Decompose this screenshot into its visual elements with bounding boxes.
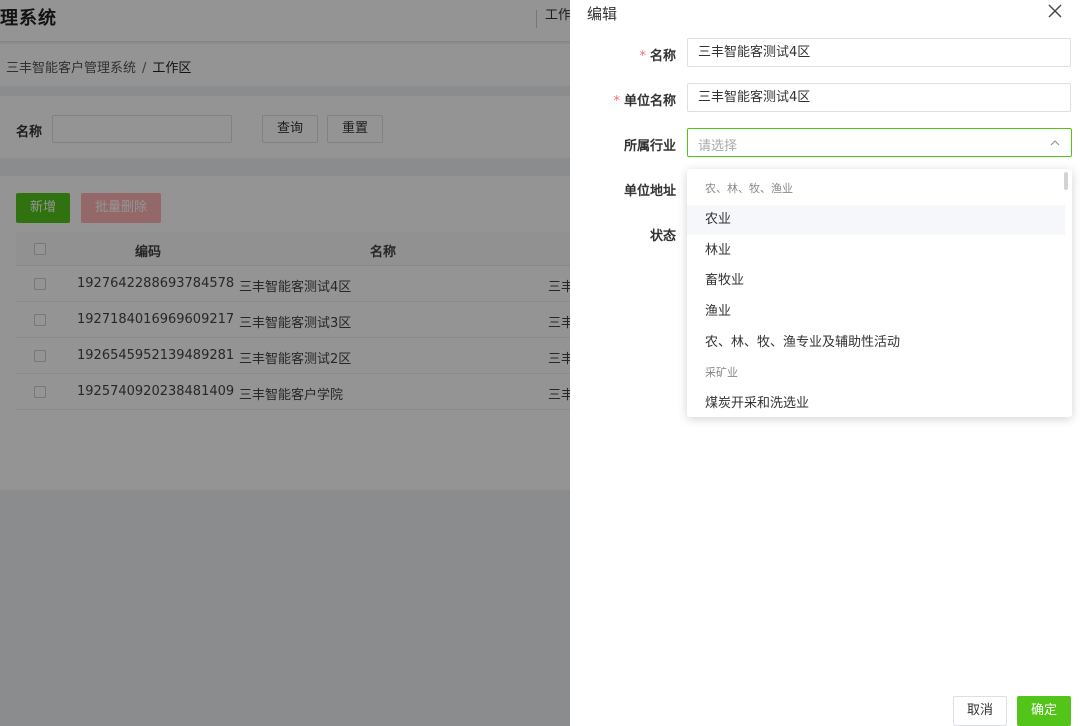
- close-icon[interactable]: [1047, 3, 1063, 19]
- industry-placeholder: 请选择: [698, 139, 738, 154]
- dropdown-group-mining: 采矿业: [705, 366, 738, 379]
- industry-select[interactable]: 请选择: [687, 128, 1072, 157]
- drawer-title: 编辑: [587, 5, 618, 23]
- dropdown-option[interactable]: 煤炭开采和洗选业: [687, 389, 1065, 417]
- required-mark: *: [613, 94, 620, 109]
- unit-name-input[interactable]: 三丰智能客测试4区: [687, 83, 1071, 112]
- required-mark: *: [639, 49, 646, 64]
- chevron-up-icon: [1050, 140, 1060, 146]
- dropdown-option[interactable]: 畜牧业: [687, 266, 1065, 296]
- unit-name-label: * 单位名称: [570, 90, 676, 109]
- dropdown-option[interactable]: 林业: [687, 236, 1065, 266]
- dropdown-option[interactable]: 农、林、牧、渔专业及辅助性活动: [687, 328, 1065, 358]
- dropdown-option[interactable]: 农业: [687, 205, 1065, 235]
- industry-label: 所属行业: [623, 139, 676, 154]
- confirm-button[interactable]: 确定: [1017, 696, 1071, 726]
- industry-dropdown: 农、林、牧、渔业 农业 林业 畜牧业 渔业 农、林、牧、渔专业及辅助性活动 采矿…: [687, 169, 1072, 417]
- status-label: 状态: [649, 229, 676, 244]
- dropdown-scrollbar[interactable]: [1064, 172, 1068, 190]
- unit-name-label-text: 单位名称: [623, 94, 676, 109]
- name-label-text: 名称: [649, 49, 676, 64]
- name-input[interactable]: 三丰智能客测试4区: [687, 38, 1071, 67]
- dropdown-option[interactable]: 渔业: [687, 297, 1065, 327]
- cancel-button[interactable]: 取消: [953, 696, 1007, 726]
- address-label: 单位地址: [623, 184, 676, 199]
- dropdown-group-agriculture: 农、林、牧、渔业: [705, 182, 793, 195]
- name-label: * 名称: [570, 45, 676, 64]
